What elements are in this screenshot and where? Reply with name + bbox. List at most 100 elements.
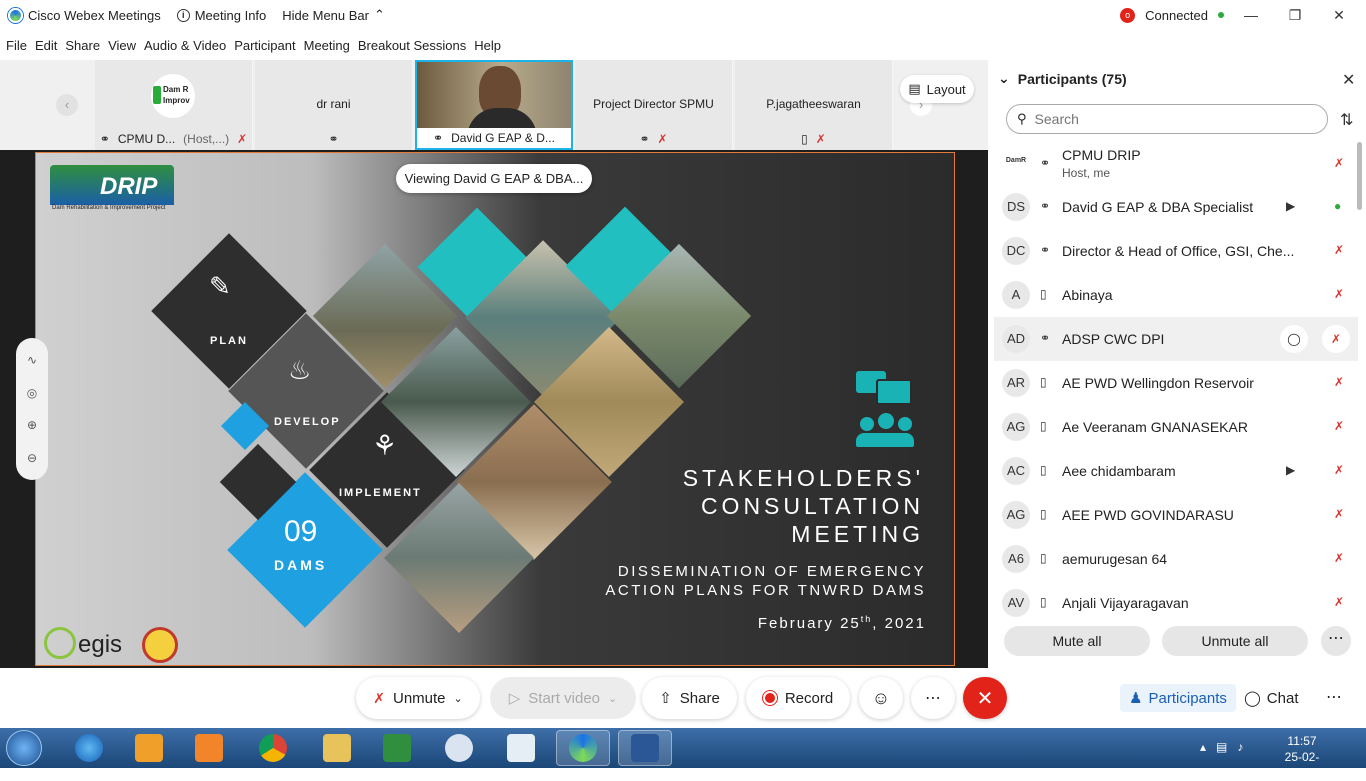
chat-toggle-button[interactable]: ◯ Chat [1244, 684, 1308, 712]
headset-icon: ⚭ [328, 132, 339, 146]
video-tile-dr-rani[interactable]: dr rani ⚭ [255, 60, 413, 150]
mic-muted-icon[interactable]: ✗ [1334, 595, 1344, 609]
chat-icon[interactable]: ◯ [1280, 325, 1308, 353]
volume-icon[interactable]: ♪ [1237, 740, 1243, 754]
taskbar-app-sheet[interactable] [494, 730, 548, 766]
close-window-button[interactable]: ✕ [1322, 7, 1356, 24]
close-panel-button[interactable]: ✕ [1342, 70, 1355, 90]
taskbar-webex[interactable] [556, 730, 610, 766]
layout-button[interactable]: ▤ Layout [900, 75, 974, 103]
unmute-all-button[interactable]: Unmute all [1162, 626, 1308, 656]
participant-row[interactable]: A6 ▯ aemurugesan 64 ✗ [994, 537, 1358, 581]
menu-share[interactable]: Share [65, 38, 100, 53]
participant-row[interactable]: AD ⚭ ADSP CWC DPI ◯ ✗ [994, 317, 1358, 361]
video-tile-project-director[interactable]: Project Director SPMU ⚭ ✗ [575, 60, 733, 150]
participant-row[interactable]: DS ⚭ David G EAP & DBA Specialist ▶ ● [994, 185, 1358, 229]
mic-muted-icon: ✗ [373, 689, 385, 706]
participant-row[interactable]: AG ▯ Ae Veeranam GNANASEKAR ✗ [994, 405, 1358, 449]
panel-more-button[interactable]: ⋯ [1321, 626, 1351, 656]
taskbar-media[interactable] [182, 730, 236, 766]
record-button[interactable]: Record [746, 677, 850, 719]
menu-edit[interactable]: Edit [35, 38, 57, 53]
connected-dot-icon [1218, 12, 1224, 18]
filmstrip-prev-button[interactable]: ‹ [56, 94, 78, 116]
headset-icon: ⚭ [639, 132, 650, 146]
mic-muted-icon[interactable]: ✗ [1334, 419, 1344, 433]
menu-participant[interactable]: Participant [234, 38, 295, 53]
webex-icon [569, 734, 597, 762]
participant-search[interactable]: ⚲ [1006, 104, 1328, 134]
menu-breakout-sessions[interactable]: Breakout Sessions [358, 38, 466, 53]
unmute-button[interactable]: ✗ Unmute ⌄ [356, 677, 480, 719]
sort-icon[interactable]: ⇅ [1340, 110, 1353, 130]
leave-meeting-button[interactable]: ✕ [963, 677, 1007, 719]
meeting-info-button[interactable]: i Meeting Info [176, 8, 266, 23]
zoom-out-icon[interactable]: ⊖ [27, 451, 37, 465]
taskbar-paint[interactable] [432, 730, 486, 766]
participants-toggle-button[interactable]: ♟ Participants [1120, 684, 1236, 712]
more-options-button[interactable]: ⋯ [911, 677, 955, 719]
mute-all-button[interactable]: Mute all [1004, 626, 1150, 656]
mic-muted-icon[interactable]: ✗ [1334, 463, 1344, 477]
menu-audio-video[interactable]: Audio & Video [144, 38, 226, 53]
participant-row[interactable]: DC ⚭ Director & Head of Office, GSI, Che… [994, 229, 1358, 273]
tray-up-arrow-icon[interactable]: ▴ [1200, 740, 1206, 754]
slide-date: February 25th, 2021 [757, 614, 926, 632]
menu-file[interactable]: File [6, 38, 27, 53]
start-video-button[interactable]: ▷ Start video ⌄ [490, 677, 636, 719]
share-button[interactable]: ⇧ Share [642, 677, 737, 719]
start-button[interactable] [6, 730, 42, 766]
video-tile-jagatheeswaran[interactable]: P.jagatheeswaran ▯ ✗ [735, 60, 893, 150]
tile-footer: ⚭ [255, 130, 412, 148]
mic-active-icon[interactable]: ● [1334, 199, 1341, 213]
media-player-icon [195, 734, 223, 762]
taskbar-word[interactable] [618, 730, 672, 766]
reactions-button[interactable]: ☺ [859, 677, 903, 719]
webex-logo-icon [8, 7, 23, 23]
remote-control-icon[interactable]: ◎ [27, 386, 37, 400]
taskbar-chrome[interactable] [246, 730, 300, 766]
mic-muted-icon[interactable]: ✗ [1322, 325, 1350, 353]
video-tile-cpmu[interactable]: Dam R Improv ⚭ CPMU D... (Host,...) ✗ [95, 60, 253, 150]
participants-panel-header[interactable]: ⌄ Participants (75) [998, 70, 1127, 87]
restore-button[interactable]: ❐ [1278, 7, 1312, 24]
network-icon[interactable]: ▤ [1216, 740, 1227, 754]
participant-row[interactable]: DamR ⚭ CPMU DRIP Host, me ✗ [994, 142, 1358, 186]
menu-view[interactable]: View [108, 38, 136, 53]
participant-row[interactable]: AG ▯ AEE PWD GOVINDARASU ✗ [994, 493, 1358, 537]
participant-row[interactable]: AV ▯ Anjali Vijayaragavan ✗ [994, 581, 1358, 617]
taskbar-explorer[interactable] [310, 730, 364, 766]
participant-row[interactable]: AR ▯ AE PWD Wellingdon Reservoir ✗ [994, 361, 1358, 405]
mic-muted-icon[interactable]: ✗ [1334, 551, 1344, 565]
participant-row[interactable]: AC ▯ Aee chidambaram ▶ ✗ [994, 449, 1358, 493]
record-icon [762, 691, 777, 705]
phone-icon: ▯ [801, 132, 808, 146]
plan-icon: ✎ [209, 271, 231, 301]
annotate-icon[interactable]: ∿ [27, 353, 37, 367]
menu-meeting[interactable]: Meeting [304, 38, 350, 53]
folder-icon [323, 734, 351, 762]
search-input[interactable] [1034, 111, 1305, 127]
mic-muted-icon[interactable]: ✗ [1334, 507, 1344, 521]
person-icon: ♟ [1129, 690, 1143, 707]
taskbar-app-green[interactable] [370, 730, 424, 766]
zoom-in-icon[interactable]: ⊕ [27, 418, 37, 432]
word-icon [631, 734, 659, 762]
viewing-indicator: Viewing David G EAP & DBA... [396, 164, 592, 193]
mic-muted-icon[interactable]: ✗ [1334, 243, 1344, 257]
headset-icon: ⚭ [99, 132, 110, 146]
mic-muted-icon[interactable]: ✗ [1334, 375, 1344, 389]
hide-menu-bar-button[interactable]: Hide Menu Bar ⌃ [282, 7, 385, 23]
minimize-button[interactable]: — [1234, 7, 1268, 23]
panel-more-options-button[interactable]: ⋯ [1322, 684, 1346, 712]
mic-muted-icon[interactable]: ✗ [1334, 287, 1344, 301]
search-icon: ⚲ [1017, 111, 1027, 126]
mic-muted-icon[interactable]: ✗ [1334, 156, 1344, 170]
taskbar-outlook[interactable] [122, 730, 176, 766]
video-tile-david[interactable]: ⚭ David G EAP & D... [415, 60, 573, 150]
participant-row[interactable]: A ▯ Abinaya ✗ [994, 273, 1358, 317]
taskbar-clock[interactable]: 11:57 25-02-2021 [1272, 733, 1332, 781]
menu-help[interactable]: Help [474, 38, 501, 53]
taskbar-ie[interactable] [62, 730, 116, 766]
connection-status: o Connected — ❐ ✕ [1120, 0, 1366, 30]
